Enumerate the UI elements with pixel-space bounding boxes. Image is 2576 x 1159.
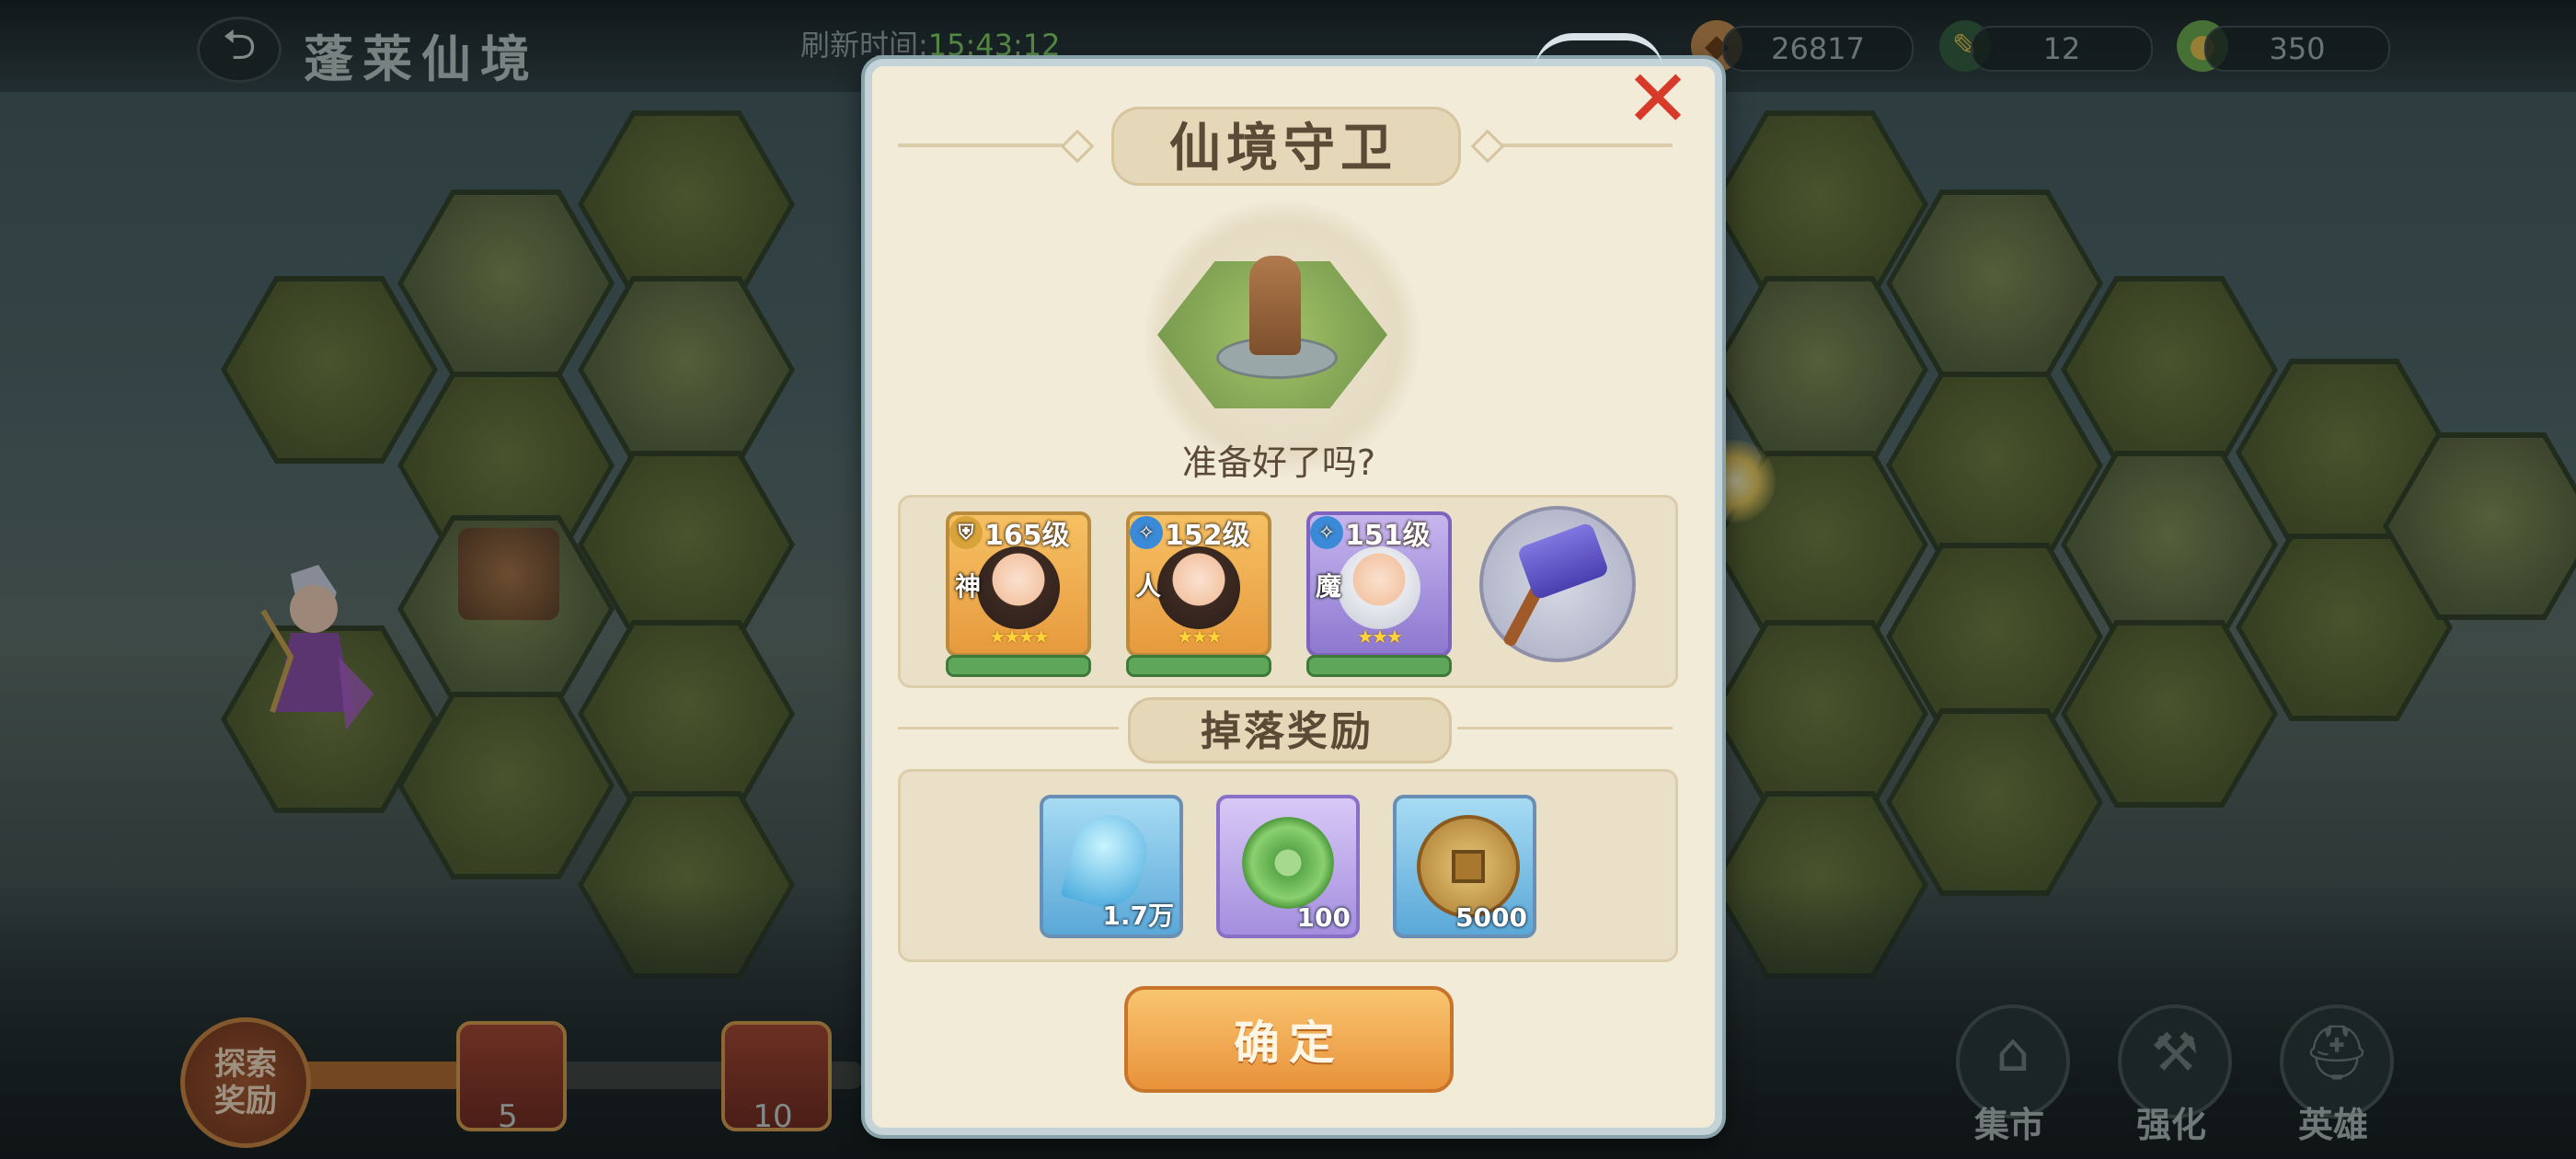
hero-hp-bar xyxy=(946,655,1091,677)
reward-quantity: 5000 xyxy=(1455,902,1527,933)
reward-item-1[interactable]: 1.7万 xyxy=(1040,795,1183,938)
title-divider-right xyxy=(1494,143,1673,147)
compass-icon: ✧ xyxy=(1130,516,1163,549)
hero-level-badge: ⛨ 165级 xyxy=(949,515,1075,552)
hero-level: 165级 xyxy=(984,520,1070,552)
close-icon: ✕ xyxy=(1624,53,1692,145)
title-divider-left xyxy=(898,143,1073,147)
reward-quantity: 1.7万 xyxy=(1102,901,1174,931)
hero-portrait xyxy=(977,546,1060,629)
drop-rewards-title: 掉落奖励 xyxy=(1201,708,1374,755)
reward-item-2[interactable]: 100 xyxy=(1216,795,1360,938)
shield-icon: ⛨ xyxy=(949,516,983,549)
dialog-title: 仙境守卫 xyxy=(1169,117,1397,178)
hero-level: 151级 xyxy=(1345,520,1431,552)
guardian-statue-icon xyxy=(1249,256,1301,355)
hero-level-badge: ✧ 151级 xyxy=(1310,515,1436,552)
ready-prompt: 准备好了吗? xyxy=(1181,442,1376,483)
hero-portrait xyxy=(1157,546,1240,629)
hero-faction: 人 xyxy=(1135,571,1162,602)
reward-item-3[interactable]: 5000 xyxy=(1393,795,1536,938)
hero-card-3[interactable]: ✧ 151级 魔 ★★★ xyxy=(1306,511,1452,657)
hero-faction: 魔 xyxy=(1316,571,1342,602)
drop-divider-right xyxy=(1457,727,1673,729)
reward-quantity: 100 xyxy=(1296,902,1351,933)
hero-stars: ★★★ xyxy=(1357,625,1403,648)
hero-hp-bar xyxy=(1126,655,1271,677)
hero-card-2[interactable]: ✧ 152级 人 ★★★ xyxy=(1126,511,1271,657)
hero-card-1[interactable]: ⛨ 165级 神 ★★★★ xyxy=(946,511,1091,657)
compass-icon: ✧ xyxy=(1310,516,1343,549)
drop-divider-left xyxy=(898,727,1119,729)
hero-stars: ★★★ xyxy=(1177,625,1223,648)
hero-faction: 神 xyxy=(955,571,982,602)
jade-swirl-icon xyxy=(1242,817,1334,909)
hero-hp-bar xyxy=(1306,655,1452,677)
confirm-label: 确定 xyxy=(1234,1016,1344,1070)
hero-level: 152级 xyxy=(1165,520,1250,552)
confirm-button[interactable]: 确定 xyxy=(1124,986,1454,1093)
hero-stars: ★★★★ xyxy=(989,625,1050,648)
close-button[interactable]: ✕ xyxy=(1619,53,1696,145)
hero-portrait xyxy=(1338,546,1420,629)
hero-level-badge: ✧ 152级 xyxy=(1130,515,1256,552)
